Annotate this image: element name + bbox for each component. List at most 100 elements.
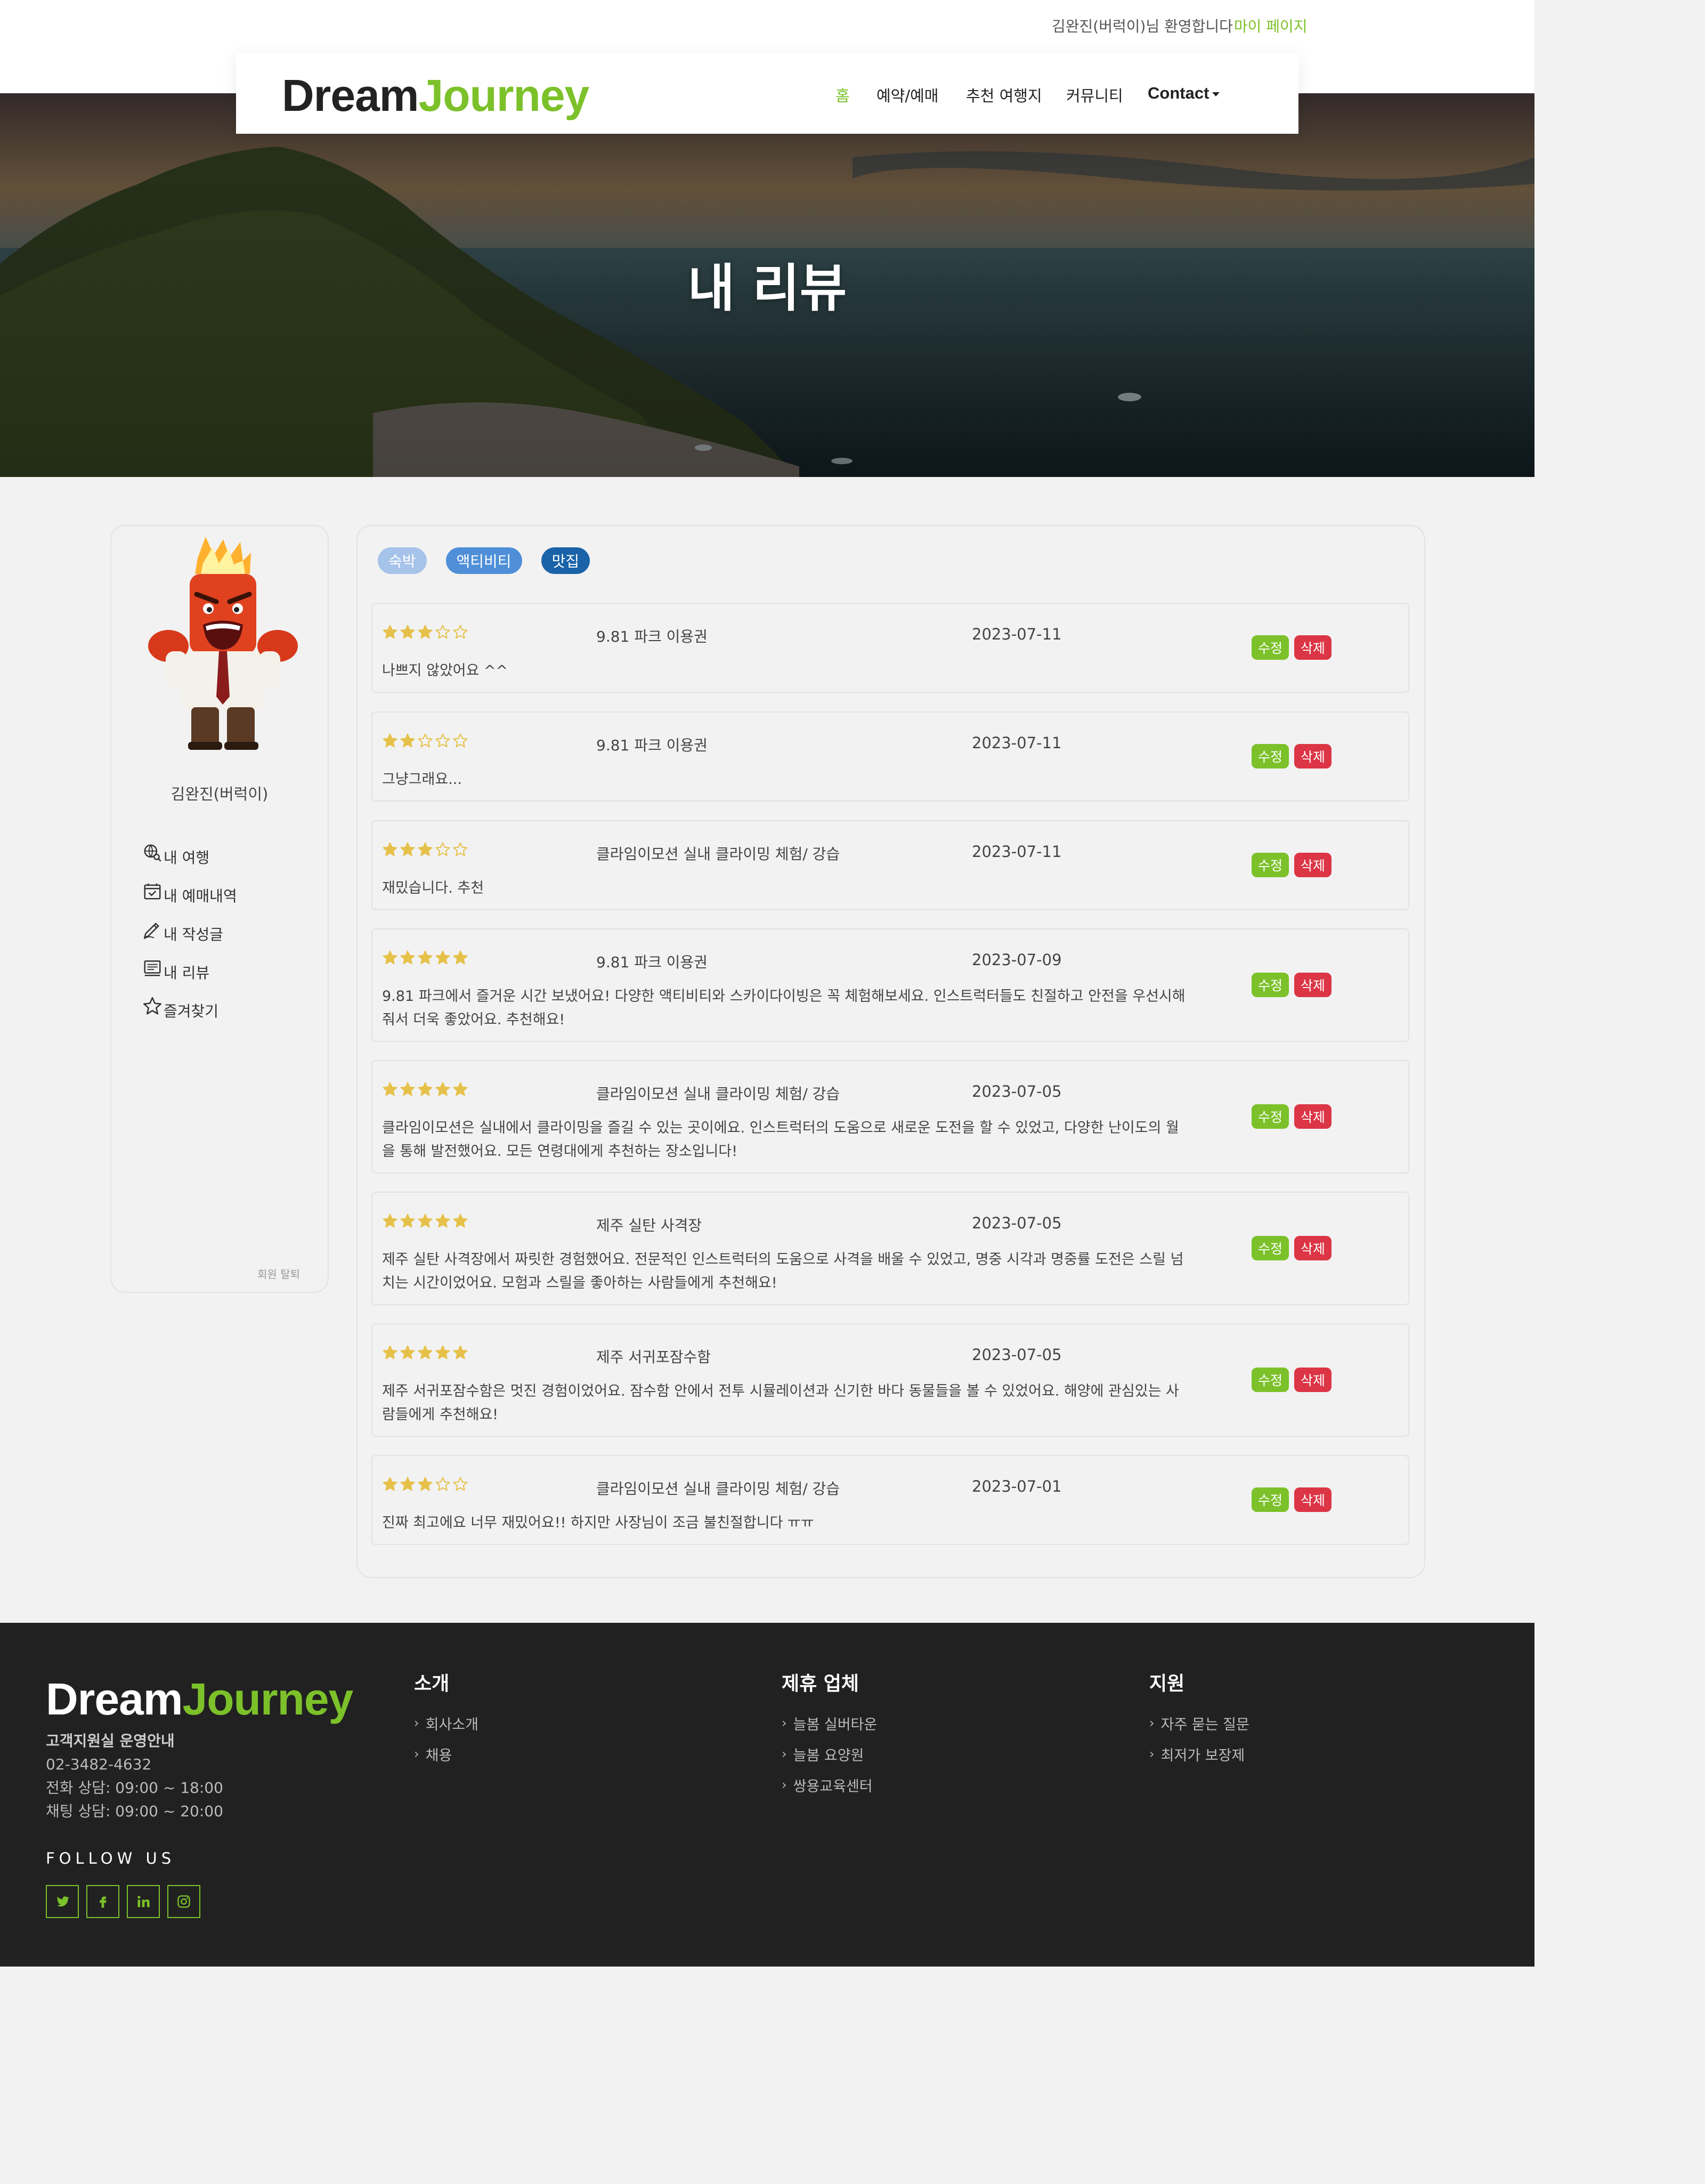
edit-button[interactable]: 수정 — [1252, 1236, 1289, 1260]
category-filters: 숙박 액티비티 맛집 — [378, 547, 590, 574]
delete-button[interactable]: 삭제 — [1294, 1487, 1332, 1512]
review-date: 2023-07-11 — [972, 734, 1062, 752]
footer-link[interactable]: › 최저가 보장제 — [1149, 1738, 1249, 1769]
delete-button[interactable]: 삭제 — [1294, 973, 1332, 997]
review-item: 제주 서귀포잠수함 2023-07-05 제주 서귀포잠수함은 멋진 경험이었어… — [371, 1323, 1409, 1437]
star-filled-icon — [418, 842, 433, 856]
rating-stars — [382, 733, 468, 749]
mypage-menu: 내 여행 내 예매내역 내 작성글 내 리뷰 즐겨찾기 — [142, 838, 237, 1030]
star-filled-icon — [383, 1477, 397, 1491]
review-actions: 수정 삭제 — [1252, 744, 1332, 769]
review-item: 클라임이모션 실내 클라이밍 체험/ 강습 2023-07-11 재밌습니다. … — [371, 820, 1409, 910]
delete-button[interactable]: 삭제 — [1294, 1236, 1332, 1260]
star-empty-icon — [453, 733, 468, 748]
review-actions: 수정 삭제 — [1252, 1236, 1332, 1260]
page-title: 내 리뷰 — [687, 258, 847, 318]
review-text: 클라임이모션은 실내에서 클라이밍을 즐길 수 있는 곳이에요. 인스트럭터의 … — [382, 1120, 1179, 1160]
menu-label: 내 예매내역 — [164, 887, 237, 905]
menu-my-posts[interactable]: 내 작성글 — [142, 915, 237, 953]
rating-stars — [382, 624, 468, 640]
footer-link[interactable]: › 회사소개 — [414, 1708, 478, 1738]
welcome-text: 김완진(버럭이)님 환영합니다 — [1052, 18, 1233, 35]
footer-logo[interactable]: DreamJourney — [46, 1673, 353, 1725]
linkedin-button[interactable] — [127, 1885, 160, 1918]
footer-link[interactable]: › 채용 — [414, 1738, 478, 1769]
nav-booking[interactable]: 예약/예매 — [876, 84, 939, 106]
delete-button[interactable]: 삭제 — [1294, 635, 1332, 660]
review-product: 클라임이모션 실내 클라이밍 체험/ 강습 — [596, 845, 840, 863]
nav-community[interactable]: 커뮤니티 — [1066, 84, 1123, 106]
footer-link-label: 늘봄 실버타운 — [793, 1716, 878, 1733]
support-phone: 02-3482-4632 — [46, 1756, 152, 1773]
star-filled-icon — [400, 842, 415, 856]
star-filled-icon — [418, 1214, 433, 1228]
footer-col-about: 소개 › 회사소개 › 채용 — [414, 1668, 478, 1769]
edit-button[interactable]: 수정 — [1252, 853, 1289, 877]
menu-label: 내 여행 — [164, 849, 210, 867]
delete-button[interactable]: 삭제 — [1294, 744, 1332, 769]
review-item: 클라임이모션 실내 클라이밍 체험/ 강습 2023-07-01 진짜 최고에요… — [371, 1455, 1409, 1545]
review-item: 9.81 파크 이용권 2023-07-11 나쁘지 않았어요 ^^ 수정 삭제 — [371, 603, 1409, 693]
site-footer: DreamJourney 고객지원실 운영안내 02-3482-4632 전화 … — [0, 1623, 1534, 1967]
footer-col-partners: 제휴 업체 › 늘봄 실버타운 › 늘봄 요양원 › 쌍용교육센터 — [782, 1668, 877, 1800]
review-date: 2023-07-09 — [972, 951, 1062, 969]
footer-link-label: 회사소개 — [425, 1716, 478, 1733]
chevron-right-icon: › — [1149, 1716, 1155, 1730]
chat-hours: 채팅 상담: 09:00 ~ 20:00 — [46, 1802, 223, 1820]
menu-label: 내 작성글 — [164, 926, 223, 943]
footer-col-heading: 소개 — [414, 1673, 450, 1695]
star-filled-icon — [453, 1345, 468, 1360]
review-item: 제주 실탄 사격장 2023-07-05 제주 실탄 사격장에서 짜릿한 경험했… — [371, 1192, 1409, 1305]
filter-activity[interactable]: 액티비티 — [445, 547, 522, 574]
instagram-icon — [177, 1895, 190, 1908]
menu-my-bookings[interactable]: 내 예매내역 — [142, 876, 237, 915]
footer-link[interactable]: › 늘봄 실버타운 — [782, 1708, 877, 1738]
edit-button[interactable]: 수정 — [1252, 635, 1289, 660]
star-filled-icon — [400, 1082, 415, 1096]
star-empty-icon — [453, 625, 468, 639]
message-board-icon — [144, 960, 161, 976]
edit-button[interactable]: 수정 — [1252, 1368, 1289, 1392]
star-filled-icon — [400, 950, 415, 965]
nav-recommend[interactable]: 추천 여행지 — [966, 84, 1042, 106]
footer-link[interactable]: › 늘봄 요양원 — [782, 1738, 877, 1769]
review-product: 9.81 파크 이용권 — [596, 737, 708, 754]
review-text: 제주 서귀포잠수함은 멋진 경험이었어요. 잠수함 안에서 전투 시뮬레이션과 … — [382, 1383, 1179, 1423]
star-filled-icon — [383, 842, 397, 856]
withdraw-link[interactable]: 회원 탈퇴 — [257, 1266, 300, 1281]
menu-favorites[interactable]: 즐겨찾기 — [142, 991, 237, 1030]
review-date: 2023-07-05 — [972, 1214, 1062, 1232]
menu-my-reviews[interactable]: 내 리뷰 — [142, 953, 237, 991]
filter-lodging[interactable]: 숙박 — [378, 547, 427, 574]
site-logo[interactable]: DreamJourney — [282, 70, 589, 122]
review-product: 제주 실탄 사격장 — [596, 1217, 702, 1234]
edit-button[interactable]: 수정 — [1252, 1487, 1289, 1512]
star-filled-icon — [383, 733, 397, 748]
footer-link[interactable]: › 쌍용교육센터 — [782, 1769, 877, 1800]
review-date: 2023-07-05 — [972, 1082, 1062, 1101]
mypage-link[interactable]: 마이 페이지 — [1234, 18, 1308, 35]
twitter-button[interactable] — [46, 1885, 79, 1918]
logo-journey: Journey — [418, 70, 589, 120]
edit-button[interactable]: 수정 — [1252, 973, 1289, 997]
menu-my-trips[interactable]: 내 여행 — [142, 838, 237, 876]
support-info: 고객지원실 운영안내 02-3482-4632 전화 상담: 09:00 ~ 1… — [46, 1729, 223, 1823]
star-filled-icon — [383, 1082, 397, 1096]
footer-link-label: 채용 — [425, 1747, 452, 1764]
rating-stars — [382, 950, 468, 966]
footer-link[interactable]: › 자주 묻는 질문 — [1149, 1708, 1249, 1738]
delete-button[interactable]: 삭제 — [1294, 1104, 1332, 1129]
edit-button[interactable]: 수정 — [1252, 1104, 1289, 1129]
instagram-button[interactable] — [167, 1885, 200, 1918]
follow-us-label: FOLLOW US — [46, 1849, 176, 1867]
facebook-icon — [100, 1896, 107, 1908]
delete-button[interactable]: 삭제 — [1294, 1368, 1332, 1392]
edit-button[interactable]: 수정 — [1252, 744, 1289, 769]
nav-home[interactable]: 홈 — [835, 84, 850, 106]
filter-restaurant[interactable]: 맛집 — [541, 547, 590, 574]
delete-button[interactable]: 삭제 — [1294, 853, 1332, 877]
review-text: 재밌습니다. 추천 — [382, 880, 484, 896]
nav-contact-dropdown[interactable]: Contact — [1148, 84, 1220, 103]
star-filled-icon — [383, 625, 397, 639]
facebook-button[interactable] — [86, 1885, 119, 1918]
